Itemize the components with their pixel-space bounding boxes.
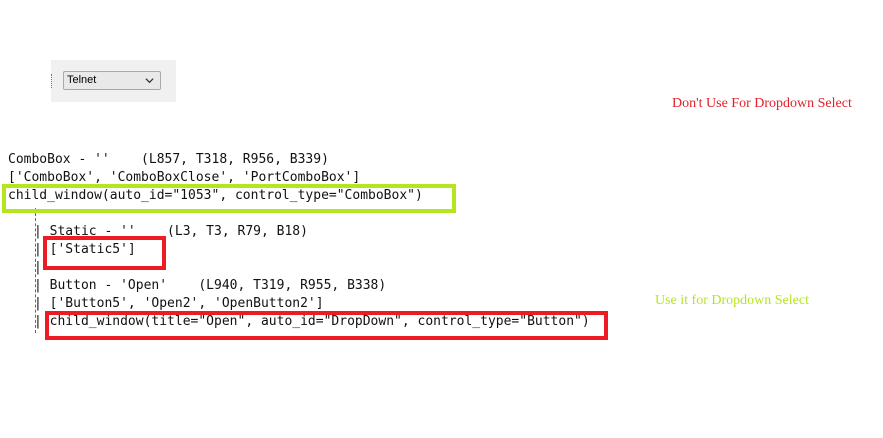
button-highlight-box [45,311,608,340]
telnet-combobox[interactable]: Telnet [63,71,161,90]
dotted-separator [51,74,55,88]
chevron-down-icon[interactable] [145,76,154,85]
static-line-3: | [34,260,42,275]
use-it-note: Use it for Dropdown Select [655,293,809,308]
combobox-screenshot: Telnet [51,60,176,102]
static-highlight-box [43,236,166,270]
combobox-highlight-box [2,184,456,213]
combobox-value: Telnet [67,74,97,86]
dont-use-note: Don't Use For Dropdown Select [672,96,852,111]
combobox-line-1: ComboBox - '' (L857, T318, R956, B339) [8,152,329,167]
button-line-1: | Button - 'Open' (L940, T319, R955, B33… [34,278,387,293]
